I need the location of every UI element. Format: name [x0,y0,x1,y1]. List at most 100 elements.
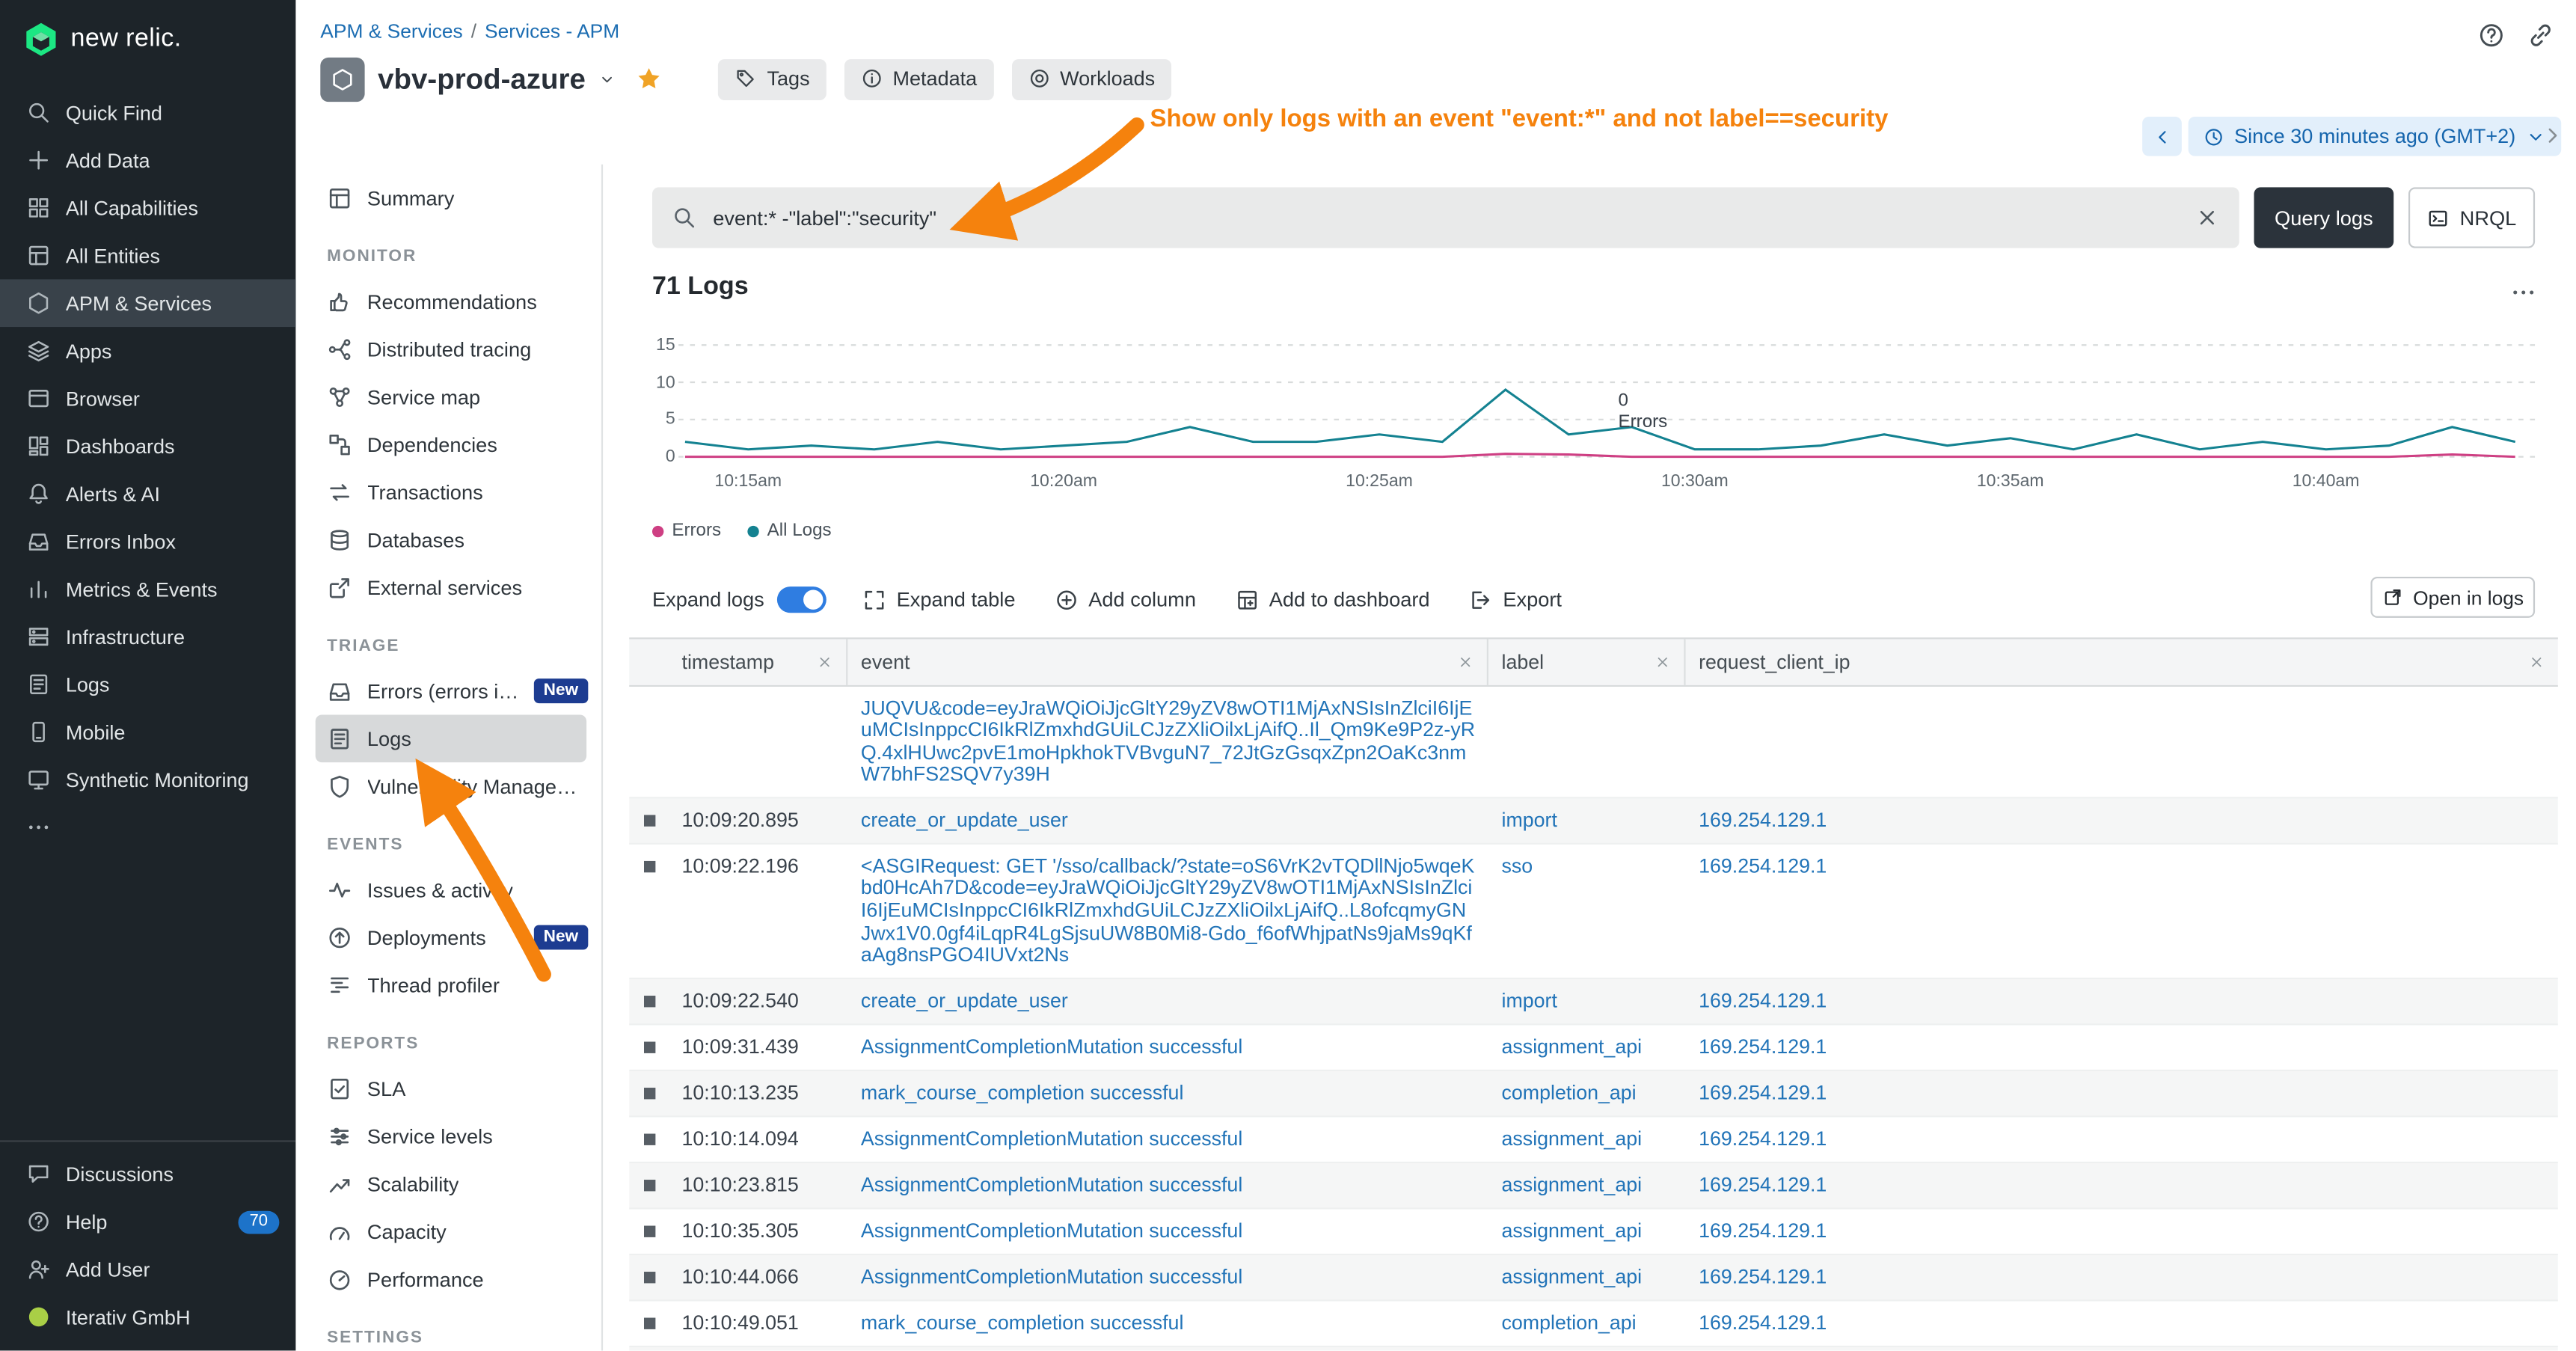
remove-column-timestamp-icon[interactable] [817,654,833,670]
nav-item-recommendations[interactable]: Recommendations [295,278,601,325]
request-client-ip-cell[interactable]: 169.254.129.1 [1686,1118,2558,1162]
breadcrumb-apm-services[interactable]: APM & Services [320,19,462,43]
expand-table-button[interactable]: Expand table [863,588,1016,612]
time-picker[interactable]: Since 30 minutes ago (GMT+2) [2189,117,2562,156]
event-cell[interactable]: mark_course_completion successful [847,1072,1488,1116]
row-marker[interactable] [644,1134,655,1145]
nav-item-capacity[interactable]: Capacity [295,1207,601,1255]
event-cell[interactable]: create_or_update_user [847,799,1488,843]
time-range-back-button[interactable] [2142,117,2182,156]
column-header-request_client_ip[interactable]: request_client_ip [1686,639,2558,685]
clear-query-icon[interactable] [2195,206,2219,230]
log-row[interactable]: 10:10:14.094AssignmentCompletionMutation… [629,1118,2558,1164]
timestamp-cell[interactable]: 10:10:35.305 [669,1210,847,1254]
query-logs-button[interactable]: Query logs [2254,187,2394,248]
sidebar-item-quick-find[interactable]: Quick Find [0,89,295,137]
event-cell[interactable]: AssignmentCompletionMutation successful [847,1348,1488,1351]
row-marker[interactable] [644,996,655,1008]
log-row[interactable]: 10:09:22.196<ASGIRequest: GET '/sso/call… [629,845,2558,980]
request-client-ip-cell[interactable]: 169.254.129.1 [1686,1348,2558,1351]
row-marker[interactable] [644,1042,655,1053]
nav-item-thread-profiler[interactable]: Thread profiler [295,961,601,1009]
logs-query-input[interactable]: event:* -"label":"security" [713,206,2178,230]
request-client-ip-cell[interactable]: 169.254.129.1 [1686,980,2558,1024]
nav-item-databases[interactable]: Databases [295,516,601,564]
label-cell[interactable]: assignment_api [1488,1256,1686,1300]
nav-item-errors-errors-inb[interactable]: Errors (errors inb...New [295,667,601,715]
request-client-ip-cell[interactable]: 169.254.129.1 [1686,1302,2558,1346]
nav-item-transactions[interactable]: Transactions [295,468,601,516]
nav-item-dependencies[interactable]: Dependencies [295,420,601,468]
request-client-ip-cell[interactable]: 169.254.129.1 [1686,1210,2558,1254]
nav-item-scalability[interactable]: Scalability [295,1160,601,1208]
nav-item-logs[interactable]: Logs [316,714,586,762]
add-column-button[interactable]: Add column [1055,588,1196,612]
timestamp-cell[interactable]: 10:09:22.540 [669,980,847,1024]
sidebar-item-add-data[interactable]: Add Data [0,136,295,184]
column-header-label[interactable]: label [1488,639,1686,685]
sidebar-item-infrastructure[interactable]: Infrastructure [0,613,295,661]
log-row[interactable]: 10:10:49.051mark_course_completion succe… [629,1302,2558,1348]
sidebar-item-all-entities[interactable]: All Entities [0,232,295,280]
row-marker[interactable] [644,1272,655,1284]
sidebar-item-apm-services[interactable]: APM & Services [0,279,295,327]
nav-item-service-levels[interactable]: Service levels [295,1112,601,1160]
label-cell[interactable]: assignment_api [1488,1118,1686,1162]
timestamp-cell[interactable]: 10:10:14.094 [669,1118,847,1162]
column-header-timestamp[interactable]: timestamp [669,639,847,685]
row-marker[interactable] [644,1318,655,1329]
expand-logs-toggle[interactable] [777,586,827,613]
nav-item-external-services[interactable]: External services [295,563,601,611]
request-client-ip-cell[interactable]: 169.254.129.1 [1686,1072,2558,1116]
help-icon[interactable] [2477,22,2505,49]
row-marker[interactable] [644,815,655,827]
column-header-event[interactable]: event [847,639,1488,685]
time-range-forward-icon[interactable] [2540,123,2565,148]
logs-chart[interactable]: 0 Errors 05101510:15am10:20am10:25am10:3… [652,332,2539,500]
row-marker[interactable] [644,1180,655,1192]
label-cell[interactable]: import [1488,799,1686,843]
workloads-button[interactable]: Workloads [1011,58,1171,99]
entity-switcher-chevron-icon[interactable] [598,70,616,88]
label-cell[interactable]: assignment_api [1488,1210,1686,1254]
sidebar-item-mobile[interactable]: Mobile [0,708,295,756]
log-row[interactable]: 10:09:20.895create_or_update_userimport1… [629,799,2558,845]
event-cell[interactable]: AssignmentCompletionMutation successful [847,1118,1488,1162]
timestamp-cell[interactable]: 10:10:44.066 [669,1256,847,1300]
timestamp-cell[interactable]: 10:09:20.895 [669,799,847,843]
request-client-ip-cell[interactable]: 169.254.129.1 [1686,799,2558,843]
new-relic-logo[interactable]: new relic. [0,0,295,76]
label-cell[interactable]: sso [1488,845,1686,978]
open-in-logs-button[interactable]: Open in logs [2370,577,2535,618]
timestamp-cell[interactable]: 10:09:22.196 [669,845,847,978]
sidebar-item-help[interactable]: Help70 [0,1198,295,1246]
row-marker[interactable] [644,1226,655,1237]
tags-button[interactable]: Tags [719,58,827,99]
sidebar-item-discussions[interactable]: Discussions [0,1151,295,1198]
sidebar-item-all-capabilities[interactable]: All Capabilities [0,184,295,232]
log-row[interactable]: 10:09:31.439AssignmentCompletionMutation… [629,1026,2558,1072]
nav-item-deployments[interactable]: DeploymentsNew [295,913,601,961]
entity-name[interactable]: vbv-prod-azure [378,61,586,96]
permalink-icon[interactable] [2527,22,2554,49]
sidebar-item-add-user[interactable]: Add User [0,1246,295,1293]
sidebar-item-errors-inbox[interactable]: Errors Inbox [0,518,295,566]
label-cell[interactable]: assignment_api [1488,1026,1686,1070]
log-row[interactable]: JUQVU&code=eyJraWQiOiJjcGltY29yZV8wOTI1M… [629,687,2558,799]
metadata-button[interactable]: Metadata [844,58,993,99]
more-menu-icon[interactable] [2510,279,2536,305]
breadcrumb-services-apm[interactable]: Services - APM [485,19,619,43]
sidebar-item-apps[interactable]: Apps [0,327,295,375]
add-to-dashboard-button[interactable]: Add to dashboard [1236,588,1430,612]
event-cell[interactable]: <ASGIRequest: GET '/sso/callback/?state=… [847,845,1488,978]
request-client-ip-cell[interactable]: 169.254.129.1 [1686,1026,2558,1070]
label-cell[interactable]: completion_api [1488,1302,1686,1346]
nav-item-vulnerability-management[interactable]: Vulnerability Management [295,762,601,810]
label-cell[interactable]: assignment_api [1488,1164,1686,1208]
sidebar-item-browser[interactable]: Browser [0,375,295,423]
sidebar-item-more[interactable] [0,803,295,851]
sidebar-item-metrics-events[interactable]: Metrics & Events [0,566,295,613]
event-cell[interactable]: mark_course_completion successful [847,1302,1488,1346]
nav-item-issues-activity[interactable]: Issues & activity [295,866,601,914]
nav-item-performance[interactable]: Performance [295,1255,601,1303]
